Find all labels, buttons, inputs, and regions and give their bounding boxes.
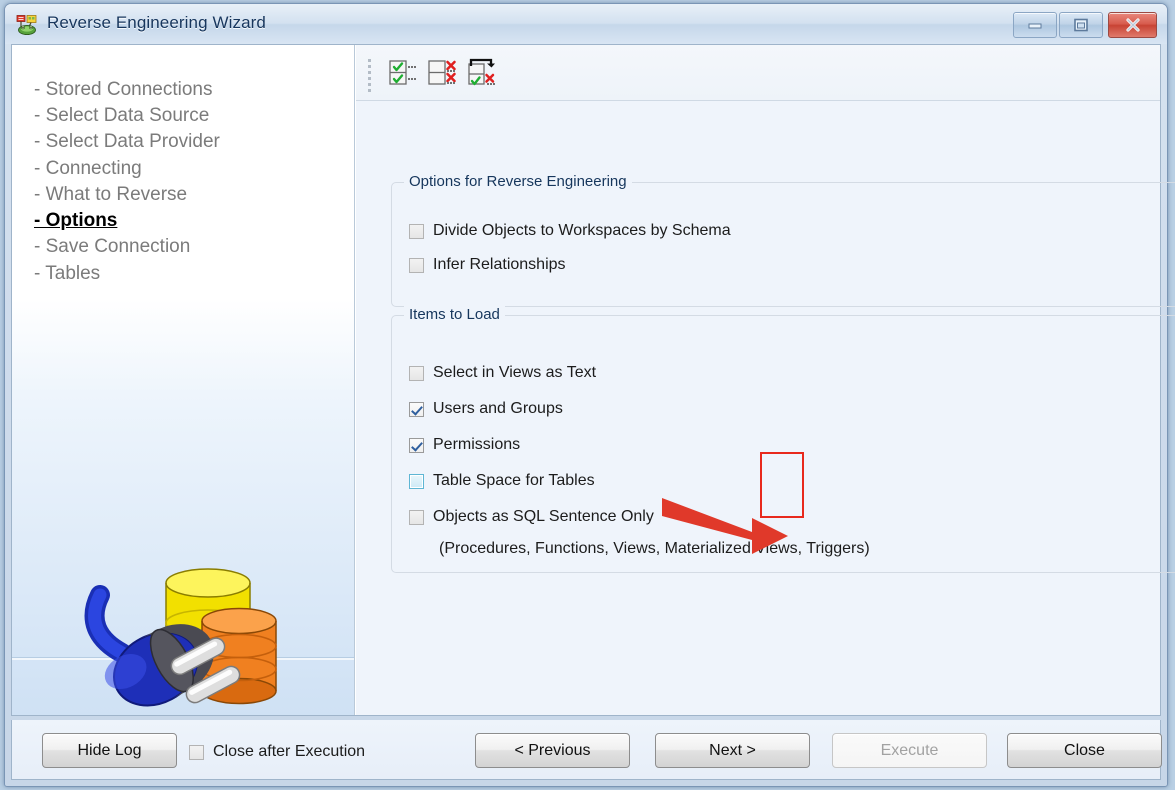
select-in-views-as-text-checkbox[interactable] xyxy=(409,365,424,381)
sidebar-item-stored-connections[interactable]: - Stored Connections xyxy=(34,77,220,103)
maximize-icon xyxy=(1074,18,1088,32)
select-in-views-as-text-label: Select in Views as Text xyxy=(433,364,597,381)
hide-log-button[interactable]: Hide Log xyxy=(42,733,177,768)
execute-button: Execute xyxy=(832,733,987,768)
database-plug-icon xyxy=(84,568,277,707)
close-after-execution-checkbox-row[interactable]: Close after Execution xyxy=(189,743,365,761)
options-panel: Options for Reverse Engineering Divide O… xyxy=(356,45,1175,715)
previous-button[interactable]: < Previous xyxy=(475,733,630,768)
table-space-for-tables-checkbox-row[interactable]: Table Space for Tables xyxy=(409,472,595,490)
maximize-button[interactable] xyxy=(1059,12,1103,38)
invert-selection-icon[interactable] xyxy=(466,58,498,88)
close-window-button[interactable] xyxy=(1108,12,1157,38)
uncheck-all-icon[interactable] xyxy=(426,58,458,88)
users-and-groups-checkbox-row[interactable]: Users and Groups xyxy=(409,400,563,418)
selection-toolbar xyxy=(356,45,1160,101)
infer-relationships-checkbox-row[interactable]: Infer Relationships xyxy=(409,256,566,274)
close-after-execution-checkbox[interactable] xyxy=(189,744,204,760)
options-group-title: Options for Reverse Engineering xyxy=(404,173,632,190)
permissions-label: Permissions xyxy=(433,436,521,453)
sidebar-item-save-connection[interactable]: - Save Connection xyxy=(34,234,220,260)
window-title: Reverse Engineering Wizard xyxy=(47,13,266,32)
wizard-window: Reverse Engineering Wizard - Stored Conn… xyxy=(4,3,1175,787)
infer-relationships-checkbox[interactable] xyxy=(409,257,424,273)
items-group-title: Items to Load xyxy=(404,306,505,323)
sidebar-item-what-to-reverse[interactable]: - What to Reverse xyxy=(34,182,220,208)
users-and-groups-label: Users and Groups xyxy=(433,400,563,417)
check-all-icon[interactable] xyxy=(386,58,418,88)
users-and-groups-checkbox[interactable] xyxy=(409,401,424,417)
permissions-checkbox[interactable] xyxy=(409,437,424,453)
close-after-execution-label: Close after Execution xyxy=(213,743,366,760)
wizard-button-bar: Hide Log Close after Execution < Previou… xyxy=(11,720,1162,780)
objects-as-sql-sentence-only-label: Objects as SQL Sentence Only xyxy=(433,508,654,525)
title-bar: Reverse Engineering Wizard xyxy=(5,4,1167,44)
close-button[interactable]: Close xyxy=(1007,733,1162,768)
sidebar-item-tables[interactable]: - Tables xyxy=(34,261,220,287)
next-button[interactable]: Next > xyxy=(655,733,810,768)
objects-as-sql-sentence-only-checkbox-row[interactable]: Objects as SQL Sentence Only xyxy=(409,508,654,526)
divide-objects-checkbox-row[interactable]: Divide Objects to Workspaces by Schema xyxy=(409,222,731,240)
table-space-for-tables-checkbox[interactable] xyxy=(409,473,424,489)
minimize-icon xyxy=(1028,23,1042,29)
client-area: - Stored Connections - Select Data Sourc… xyxy=(11,44,1175,716)
sidebar-item-options[interactable]: - Options xyxy=(34,208,220,234)
divide-objects-label: Divide Objects to Workspaces by Schema xyxy=(433,222,731,239)
divide-objects-checkbox[interactable] xyxy=(409,223,424,239)
table-space-for-tables-label: Table Space for Tables xyxy=(433,472,595,489)
infer-relationships-label: Infer Relationships xyxy=(433,256,566,273)
options-form: Options for Reverse Engineering Divide O… xyxy=(356,100,1175,715)
close-icon xyxy=(1125,18,1140,32)
sidebar-item-select-data-provider[interactable]: - Select Data Provider xyxy=(34,129,220,155)
database-wizard-icon xyxy=(16,15,37,36)
permissions-checkbox-row[interactable]: Permissions xyxy=(409,436,520,454)
wizard-steps-sidebar: - Stored Connections - Select Data Sourc… xyxy=(12,45,355,715)
wizard-step-list: - Stored Connections - Select Data Sourc… xyxy=(34,77,220,287)
sidebar-item-connecting[interactable]: - Connecting xyxy=(34,156,220,182)
objects-as-sql-sentence-only-checkbox[interactable] xyxy=(409,509,424,525)
minimize-button[interactable] xyxy=(1013,12,1057,38)
toolbar-grip[interactable] xyxy=(368,59,371,92)
options-for-reverse-engineering-group: Options for Reverse Engineering xyxy=(391,173,1175,307)
select-in-views-as-text-checkbox-row[interactable]: Select in Views as Text xyxy=(409,364,596,382)
objects-as-sql-sentence-sublabel: (Procedures, Functions, Views, Materiali… xyxy=(439,540,870,557)
sidebar-item-select-data-source[interactable]: - Select Data Source xyxy=(34,103,220,129)
